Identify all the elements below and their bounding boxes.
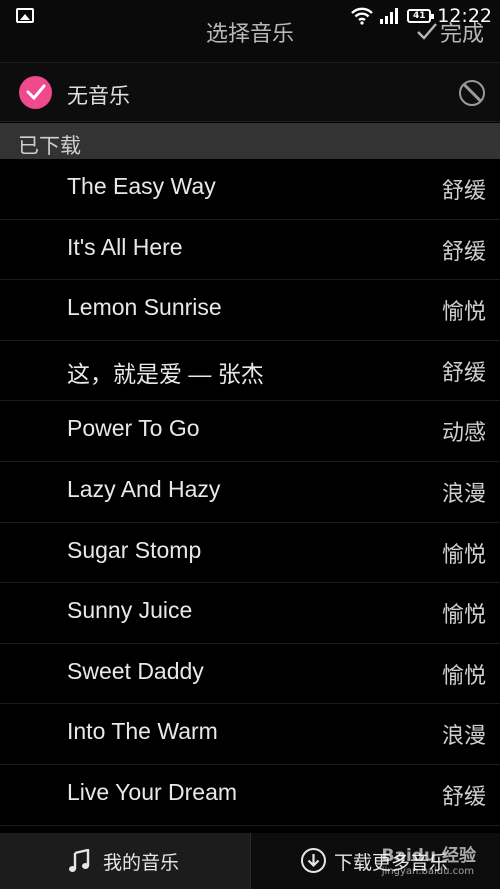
track-row[interactable]: Live Your Dream 舒缓: [0, 764, 500, 826]
track-row[interactable]: Sunny Juice 愉悦: [0, 583, 500, 644]
track-list: The Easy Way 舒缓 It's All Here 舒缓 Lemon S…: [0, 159, 500, 826]
track-title: Into The Warm: [67, 718, 218, 745]
bottom-tab-bar: 我的音乐 下载更多音乐 Baidu 经验 jingyan.baidu.com: [0, 833, 500, 889]
track-row[interactable]: The Easy Way 舒缓: [0, 159, 500, 220]
track-title: The Easy Way: [67, 173, 216, 199]
watermark-brand: Baidu 经验: [381, 846, 476, 866]
track-mood: 愉悦: [441, 663, 486, 689]
section-header-downloaded: 已下载: [0, 123, 500, 159]
ban-icon: [459, 80, 485, 106]
track-row[interactable]: Sweet Daddy 愉悦: [0, 643, 500, 705]
music-note-icon: [68, 848, 90, 877]
track-row[interactable]: Lemon Sunrise 愉悦: [0, 280, 500, 341]
no-music-label: 无音乐: [67, 84, 130, 108]
selected-check-icon: [19, 76, 52, 109]
download-icon: [301, 848, 326, 873]
track-title: Lazy And Hazy: [67, 475, 221, 502]
watermark-url: jingyan.baidu.com: [381, 866, 474, 877]
track-mood: 舒缓: [441, 360, 486, 386]
track-title: Sweet Daddy: [67, 657, 204, 684]
track-row[interactable]: Lazy And Hazy 浪漫: [0, 461, 500, 523]
top-bar: 41 12:22 选择音乐 完成: [0, 0, 500, 62]
track-mood: 愉悦: [441, 603, 486, 629]
section-label: 已下载: [18, 134, 81, 158]
done-button[interactable]: 完成: [416, 16, 484, 48]
tab-my-music-label: 我的音乐: [103, 852, 180, 874]
track-title: Live Your Dream: [67, 778, 238, 805]
track-mood: 浪漫: [441, 724, 486, 750]
track-mood: 动感: [441, 421, 486, 447]
track-mood: 愉悦: [441, 542, 486, 568]
check-icon: [416, 22, 438, 42]
track-title: Sunny Juice: [67, 597, 193, 624]
track-mood: 舒缓: [441, 179, 486, 204]
track-mood: 舒缓: [441, 239, 486, 265]
no-music-option[interactable]: 无音乐: [0, 62, 500, 122]
tab-download-more[interactable]: 下载更多音乐 Baidu 经验 jingyan.baidu.com: [250, 833, 500, 889]
track-title: Sugar Stomp: [67, 536, 202, 563]
track-title: Power To Go: [67, 415, 200, 442]
track-mood: 愉悦: [441, 300, 486, 326]
track-title: Lemon Sunrise: [67, 294, 222, 321]
track-title: 这，就是爱 — 张杰: [67, 360, 264, 387]
track-row[interactable]: It's All Here 舒缓: [0, 219, 500, 281]
tab-my-music[interactable]: 我的音乐: [0, 833, 250, 889]
track-row[interactable]: Power To Go 动感: [0, 401, 500, 462]
track-mood: 浪漫: [441, 481, 486, 507]
track-row[interactable]: Sugar Stomp 愉悦: [0, 522, 500, 584]
track-mood: 舒缓: [441, 784, 486, 810]
done-label: 完成: [439, 22, 484, 47]
track-title: It's All Here: [67, 233, 183, 260]
track-row[interactable]: Into The Warm 浪漫: [0, 704, 500, 765]
track-row[interactable]: 这，就是爱 — 张杰 舒缓: [0, 340, 500, 402]
